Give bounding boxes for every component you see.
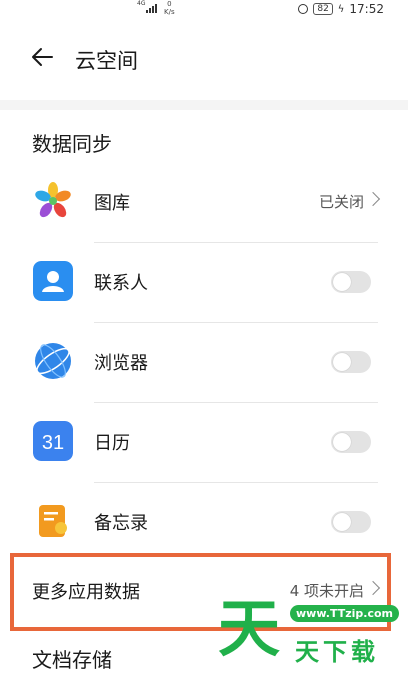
- app-header: 云空间: [0, 30, 408, 90]
- contacts-sync-toggle[interactable]: [331, 271, 371, 293]
- status-right: 82 ϟ 17:52: [298, 2, 384, 16]
- charging-icon: ϟ: [337, 3, 345, 15]
- sync-status: 已关闭: [318, 193, 364, 211]
- sync-item-label: 图库: [94, 193, 130, 214]
- page-title: 云空间: [75, 49, 138, 73]
- alarm-icon: [298, 4, 309, 14]
- clock: 17:52: [349, 2, 384, 16]
- browser-icon: [35, 343, 71, 379]
- sync-item-label: 日历: [94, 433, 130, 454]
- watermark-text: 天下载: [295, 638, 379, 666]
- gallery-icon: [35, 182, 71, 218]
- back-arrow-icon[interactable]: [30, 44, 56, 70]
- watermark-url: www.TTzip.com: [290, 605, 399, 622]
- sync-item-gallery[interactable]: 图库 已关闭: [0, 163, 408, 243]
- calendar-icon: 31: [33, 421, 73, 461]
- section-title-data-sync: 数据同步: [32, 132, 112, 156]
- section-title-doc-storage: 文档存储: [32, 648, 112, 672]
- sync-item-contacts: 联系人: [0, 243, 408, 323]
- sync-item-label: 备忘录: [94, 513, 148, 534]
- section-divider: [0, 100, 408, 110]
- sync-item-label: 浏览器: [94, 353, 148, 374]
- network-speed: 0 K/s: [164, 0, 175, 16]
- chevron-right-icon: [365, 191, 381, 207]
- signal-icon: [146, 4, 157, 13]
- watermark-logo: 天: [218, 592, 281, 665]
- notes-sync-toggle[interactable]: [331, 511, 371, 533]
- sync-item-label: 联系人: [94, 273, 148, 294]
- battery-icon: 82: [313, 3, 333, 15]
- contacts-icon: [33, 261, 73, 301]
- status-bar: 4G 0 K/s 82 ϟ 17:52: [0, 0, 408, 22]
- sync-item-notes: 备忘录: [0, 483, 408, 563]
- sync-item-browser: 浏览器: [0, 323, 408, 403]
- calendar-icon-date: 31: [42, 432, 64, 454]
- network-type: 4G: [137, 0, 146, 7]
- sync-item-calendar: 31 日历: [0, 403, 408, 483]
- calendar-sync-toggle[interactable]: [331, 431, 371, 453]
- notes-icon: [39, 505, 67, 537]
- browser-sync-toggle[interactable]: [331, 351, 371, 373]
